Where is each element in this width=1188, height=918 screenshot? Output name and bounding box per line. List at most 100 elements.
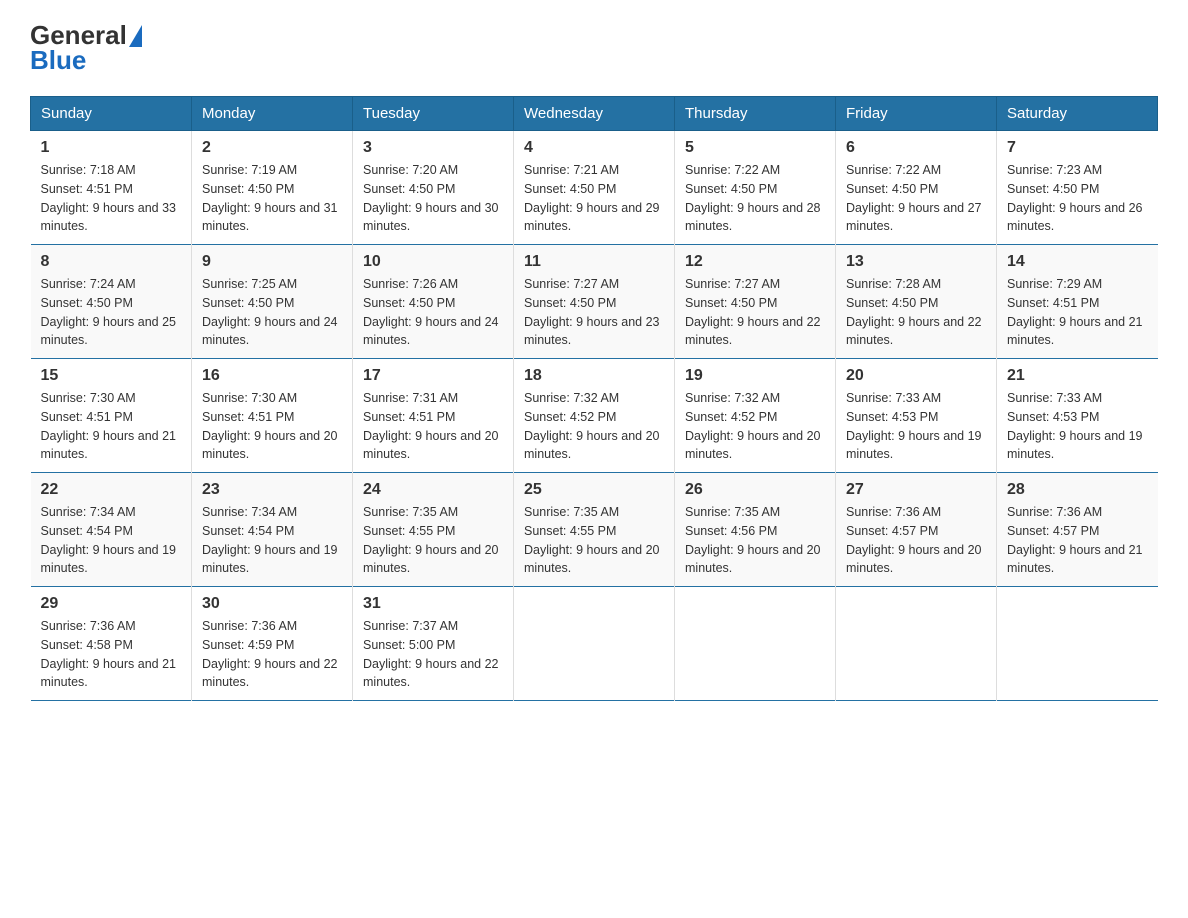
day-number: 30 — [202, 595, 342, 613]
day-number: 29 — [41, 595, 182, 613]
calendar-table: SundayMondayTuesdayWednesdayThursdayFrid… — [30, 96, 1158, 701]
calendar-cell: 28 Sunrise: 7:36 AMSunset: 4:57 PMDaylig… — [997, 473, 1158, 587]
calendar-cell: 3 Sunrise: 7:20 AMSunset: 4:50 PMDayligh… — [353, 131, 514, 245]
day-number: 25 — [524, 481, 664, 499]
day-info: Sunrise: 7:35 AMSunset: 4:56 PMDaylight:… — [685, 505, 821, 575]
calendar-cell — [514, 587, 675, 701]
calendar-cell: 6 Sunrise: 7:22 AMSunset: 4:50 PMDayligh… — [836, 131, 997, 245]
calendar-cell: 16 Sunrise: 7:30 AMSunset: 4:51 PMDaylig… — [192, 359, 353, 473]
day-info: Sunrise: 7:33 AMSunset: 4:53 PMDaylight:… — [1007, 391, 1143, 461]
calendar-cell: 14 Sunrise: 7:29 AMSunset: 4:51 PMDaylig… — [997, 245, 1158, 359]
day-number: 21 — [1007, 367, 1148, 385]
calendar-cell: 27 Sunrise: 7:36 AMSunset: 4:57 PMDaylig… — [836, 473, 997, 587]
calendar-header-row: SundayMondayTuesdayWednesdayThursdayFrid… — [31, 97, 1158, 131]
calendar-cell — [836, 587, 997, 701]
day-number: 16 — [202, 367, 342, 385]
day-number: 31 — [363, 595, 503, 613]
calendar-cell: 26 Sunrise: 7:35 AMSunset: 4:56 PMDaylig… — [675, 473, 836, 587]
calendar-week-row: 22 Sunrise: 7:34 AMSunset: 4:54 PMDaylig… — [31, 473, 1158, 587]
calendar-cell: 7 Sunrise: 7:23 AMSunset: 4:50 PMDayligh… — [997, 131, 1158, 245]
day-info: Sunrise: 7:23 AMSunset: 4:50 PMDaylight:… — [1007, 163, 1143, 233]
day-info: Sunrise: 7:32 AMSunset: 4:52 PMDaylight:… — [685, 391, 821, 461]
day-number: 19 — [685, 367, 825, 385]
day-number: 17 — [363, 367, 503, 385]
calendar-cell: 1 Sunrise: 7:18 AMSunset: 4:51 PMDayligh… — [31, 131, 192, 245]
calendar-week-row: 29 Sunrise: 7:36 AMSunset: 4:58 PMDaylig… — [31, 587, 1158, 701]
day-number: 14 — [1007, 253, 1148, 271]
header-wednesday: Wednesday — [514, 97, 675, 131]
day-info: Sunrise: 7:34 AMSunset: 4:54 PMDaylight:… — [41, 505, 177, 575]
logo: General Blue — [30, 20, 142, 76]
day-number: 20 — [846, 367, 986, 385]
header-friday: Friday — [836, 97, 997, 131]
logo-blue-text: Blue — [30, 45, 86, 76]
header-sunday: Sunday — [31, 97, 192, 131]
calendar-cell: 20 Sunrise: 7:33 AMSunset: 4:53 PMDaylig… — [836, 359, 997, 473]
day-number: 2 — [202, 139, 342, 157]
calendar-cell: 25 Sunrise: 7:35 AMSunset: 4:55 PMDaylig… — [514, 473, 675, 587]
day-number: 18 — [524, 367, 664, 385]
day-number: 27 — [846, 481, 986, 499]
day-info: Sunrise: 7:32 AMSunset: 4:52 PMDaylight:… — [524, 391, 660, 461]
day-info: Sunrise: 7:20 AMSunset: 4:50 PMDaylight:… — [363, 163, 499, 233]
day-info: Sunrise: 7:22 AMSunset: 4:50 PMDaylight:… — [685, 163, 821, 233]
calendar-cell: 31 Sunrise: 7:37 AMSunset: 5:00 PMDaylig… — [353, 587, 514, 701]
calendar-cell: 8 Sunrise: 7:24 AMSunset: 4:50 PMDayligh… — [31, 245, 192, 359]
calendar-cell: 9 Sunrise: 7:25 AMSunset: 4:50 PMDayligh… — [192, 245, 353, 359]
calendar-cell: 19 Sunrise: 7:32 AMSunset: 4:52 PMDaylig… — [675, 359, 836, 473]
day-number: 15 — [41, 367, 182, 385]
calendar-cell: 4 Sunrise: 7:21 AMSunset: 4:50 PMDayligh… — [514, 131, 675, 245]
day-info: Sunrise: 7:36 AMSunset: 4:59 PMDaylight:… — [202, 619, 338, 689]
calendar-cell: 12 Sunrise: 7:27 AMSunset: 4:50 PMDaylig… — [675, 245, 836, 359]
page-header: General Blue — [30, 20, 1158, 76]
day-info: Sunrise: 7:25 AMSunset: 4:50 PMDaylight:… — [202, 277, 338, 347]
day-info: Sunrise: 7:30 AMSunset: 4:51 PMDaylight:… — [202, 391, 338, 461]
day-number: 6 — [846, 139, 986, 157]
day-info: Sunrise: 7:27 AMSunset: 4:50 PMDaylight:… — [685, 277, 821, 347]
day-number: 26 — [685, 481, 825, 499]
calendar-cell: 13 Sunrise: 7:28 AMSunset: 4:50 PMDaylig… — [836, 245, 997, 359]
header-monday: Monday — [192, 97, 353, 131]
day-info: Sunrise: 7:33 AMSunset: 4:53 PMDaylight:… — [846, 391, 982, 461]
calendar-cell: 22 Sunrise: 7:34 AMSunset: 4:54 PMDaylig… — [31, 473, 192, 587]
day-number: 3 — [363, 139, 503, 157]
calendar-cell: 10 Sunrise: 7:26 AMSunset: 4:50 PMDaylig… — [353, 245, 514, 359]
day-number: 1 — [41, 139, 182, 157]
calendar-week-row: 8 Sunrise: 7:24 AMSunset: 4:50 PMDayligh… — [31, 245, 1158, 359]
day-info: Sunrise: 7:35 AMSunset: 4:55 PMDaylight:… — [363, 505, 499, 575]
day-number: 11 — [524, 253, 664, 271]
header-thursday: Thursday — [675, 97, 836, 131]
calendar-cell: 21 Sunrise: 7:33 AMSunset: 4:53 PMDaylig… — [997, 359, 1158, 473]
calendar-cell: 2 Sunrise: 7:19 AMSunset: 4:50 PMDayligh… — [192, 131, 353, 245]
day-number: 24 — [363, 481, 503, 499]
day-info: Sunrise: 7:34 AMSunset: 4:54 PMDaylight:… — [202, 505, 338, 575]
day-info: Sunrise: 7:36 AMSunset: 4:57 PMDaylight:… — [1007, 505, 1143, 575]
day-info: Sunrise: 7:37 AMSunset: 5:00 PMDaylight:… — [363, 619, 499, 689]
calendar-week-row: 15 Sunrise: 7:30 AMSunset: 4:51 PMDaylig… — [31, 359, 1158, 473]
day-info: Sunrise: 7:18 AMSunset: 4:51 PMDaylight:… — [41, 163, 177, 233]
day-info: Sunrise: 7:22 AMSunset: 4:50 PMDaylight:… — [846, 163, 982, 233]
day-info: Sunrise: 7:27 AMSunset: 4:50 PMDaylight:… — [524, 277, 660, 347]
day-info: Sunrise: 7:28 AMSunset: 4:50 PMDaylight:… — [846, 277, 982, 347]
logo-triangle-icon — [129, 25, 142, 47]
header-tuesday: Tuesday — [353, 97, 514, 131]
day-number: 12 — [685, 253, 825, 271]
calendar-cell: 17 Sunrise: 7:31 AMSunset: 4:51 PMDaylig… — [353, 359, 514, 473]
day-info: Sunrise: 7:21 AMSunset: 4:50 PMDaylight:… — [524, 163, 660, 233]
day-number: 4 — [524, 139, 664, 157]
day-info: Sunrise: 7:29 AMSunset: 4:51 PMDaylight:… — [1007, 277, 1143, 347]
day-number: 9 — [202, 253, 342, 271]
day-number: 22 — [41, 481, 182, 499]
calendar-cell: 11 Sunrise: 7:27 AMSunset: 4:50 PMDaylig… — [514, 245, 675, 359]
calendar-cell: 29 Sunrise: 7:36 AMSunset: 4:58 PMDaylig… — [31, 587, 192, 701]
header-saturday: Saturday — [997, 97, 1158, 131]
day-info: Sunrise: 7:36 AMSunset: 4:58 PMDaylight:… — [41, 619, 177, 689]
day-info: Sunrise: 7:36 AMSunset: 4:57 PMDaylight:… — [846, 505, 982, 575]
calendar-week-row: 1 Sunrise: 7:18 AMSunset: 4:51 PMDayligh… — [31, 131, 1158, 245]
day-info: Sunrise: 7:26 AMSunset: 4:50 PMDaylight:… — [363, 277, 499, 347]
calendar-cell: 30 Sunrise: 7:36 AMSunset: 4:59 PMDaylig… — [192, 587, 353, 701]
day-number: 28 — [1007, 481, 1148, 499]
calendar-cell — [997, 587, 1158, 701]
day-info: Sunrise: 7:30 AMSunset: 4:51 PMDaylight:… — [41, 391, 177, 461]
day-number: 5 — [685, 139, 825, 157]
